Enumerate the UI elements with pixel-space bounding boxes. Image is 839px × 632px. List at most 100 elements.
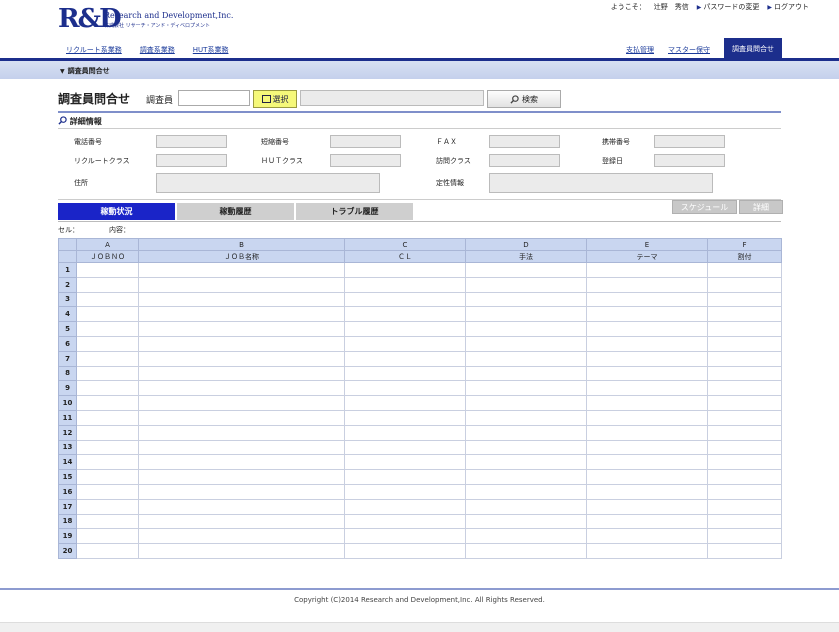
grid-cell[interactable] (586, 439, 708, 456)
grid-cell[interactable] (465, 513, 587, 530)
grid-cell[interactable] (707, 335, 782, 352)
grid-cell[interactable] (707, 528, 782, 545)
grid-cell[interactable] (586, 454, 708, 471)
grid-cell[interactable] (586, 513, 708, 530)
row-number[interactable]: 14 (58, 454, 77, 471)
col-letter-e[interactable]: E (586, 238, 708, 251)
grid-cell[interactable] (465, 365, 587, 382)
grid-cell[interactable] (707, 291, 782, 308)
row-number[interactable]: 2 (58, 276, 77, 293)
header-theme[interactable]: テーマ (586, 250, 708, 263)
detail-button[interactable]: 詳細 (739, 200, 783, 214)
select-button[interactable]: 選択 (253, 90, 297, 108)
nav-recruit[interactable]: リクルート系業務 (66, 45, 122, 55)
grid-cell[interactable] (76, 513, 139, 530)
grid-cell[interactable] (707, 498, 782, 515)
grid-cell[interactable] (138, 321, 345, 337)
grid-cell[interactable] (138, 409, 345, 426)
grid-cell[interactable] (138, 498, 345, 515)
row-number[interactable]: 17 (58, 498, 77, 515)
grid-cell[interactable] (344, 498, 466, 515)
grid-cell[interactable] (76, 409, 139, 426)
grid-cell[interactable] (76, 469, 139, 485)
grid-cell[interactable] (76, 395, 139, 411)
grid-cell[interactable] (76, 350, 139, 367)
header-jobno[interactable]: ＪＯＢＮＯ (76, 250, 139, 263)
row-number[interactable]: 20 (58, 543, 77, 559)
grid-cell[interactable] (586, 335, 708, 352)
col-letter-c[interactable]: C (344, 238, 466, 251)
grid-cell[interactable] (707, 306, 782, 323)
grid-cell[interactable] (344, 306, 466, 323)
grid-cell[interactable] (344, 291, 466, 308)
row-number[interactable]: 18 (58, 513, 77, 530)
grid-cell[interactable] (707, 395, 782, 411)
tab-work-status[interactable]: 稼動状況 (58, 203, 175, 220)
grid-cell[interactable] (138, 439, 345, 456)
grid-cell[interactable] (76, 439, 139, 456)
grid-cell[interactable] (76, 365, 139, 382)
grid-cell[interactable] (707, 276, 782, 293)
row-number[interactable]: 8 (58, 365, 77, 382)
grid-cell[interactable] (76, 321, 139, 337)
nav-inquiry-active[interactable]: 調査員問合せ (724, 38, 782, 58)
grid-cell[interactable] (586, 395, 708, 411)
grid-cell[interactable] (707, 321, 782, 337)
grid-cell[interactable] (586, 483, 708, 500)
grid-cell[interactable] (138, 380, 345, 397)
col-letter-b[interactable]: B (138, 238, 345, 251)
grid-cell[interactable] (707, 350, 782, 367)
grid-cell[interactable] (707, 424, 782, 441)
schedule-button[interactable]: スケジュール (672, 200, 737, 214)
grid-cell[interactable] (707, 513, 782, 530)
grid-cell[interactable] (707, 454, 782, 471)
search-button[interactable]: 検索 (487, 90, 561, 108)
logout-link[interactable]: ログアウト (767, 2, 809, 12)
grid-cell[interactable] (707, 439, 782, 456)
grid-cell[interactable] (465, 439, 587, 456)
grid-cell[interactable] (344, 528, 466, 545)
row-number[interactable]: 13 (58, 439, 77, 456)
grid-cell[interactable] (138, 469, 345, 485)
header-allocation[interactable]: 割付 (707, 250, 782, 263)
header-job-name[interactable]: ＪＯＢ名称 (138, 250, 345, 263)
inquirer-input[interactable] (178, 90, 250, 106)
grid-cell[interactable] (76, 454, 139, 471)
grid-cell[interactable] (465, 321, 587, 337)
grid-cell[interactable] (465, 409, 587, 426)
grid-cell[interactable] (138, 528, 345, 545)
grid-cell[interactable] (465, 380, 587, 397)
grid-cell[interactable] (344, 513, 466, 530)
grid-cell[interactable] (76, 262, 139, 278)
grid-cell[interactable] (344, 483, 466, 500)
grid-cell[interactable] (465, 543, 587, 559)
grid-cell[interactable] (76, 424, 139, 441)
row-number[interactable]: 6 (58, 335, 77, 352)
grid-cell[interactable] (586, 528, 708, 545)
grid-cell[interactable] (707, 469, 782, 485)
row-number[interactable]: 1 (58, 262, 77, 278)
grid-cell[interactable] (76, 276, 139, 293)
grid-cell[interactable] (76, 543, 139, 559)
grid-cell[interactable] (344, 380, 466, 397)
grid-cell[interactable] (465, 483, 587, 500)
tab-trouble-history[interactable]: トラブル履歴 (296, 203, 413, 220)
grid-cell[interactable] (586, 409, 708, 426)
grid-cell[interactable] (76, 335, 139, 352)
grid-cell[interactable] (344, 469, 466, 485)
grid-cell[interactable] (586, 380, 708, 397)
grid-cell[interactable] (138, 335, 345, 352)
grid-cell[interactable] (465, 306, 587, 323)
grid-cell[interactable] (138, 543, 345, 559)
grid-cell[interactable] (138, 365, 345, 382)
grid-cell[interactable] (465, 262, 587, 278)
grid-cell[interactable] (707, 365, 782, 382)
grid-cell[interactable] (465, 276, 587, 293)
change-password-link[interactable]: パスワードの変更 (697, 2, 759, 12)
row-number[interactable]: 3 (58, 291, 77, 308)
grid-cell[interactable] (138, 424, 345, 441)
grid-cell[interactable] (344, 276, 466, 293)
grid-cell[interactable] (465, 335, 587, 352)
grid-cell[interactable] (586, 291, 708, 308)
grid-cell[interactable] (76, 291, 139, 308)
